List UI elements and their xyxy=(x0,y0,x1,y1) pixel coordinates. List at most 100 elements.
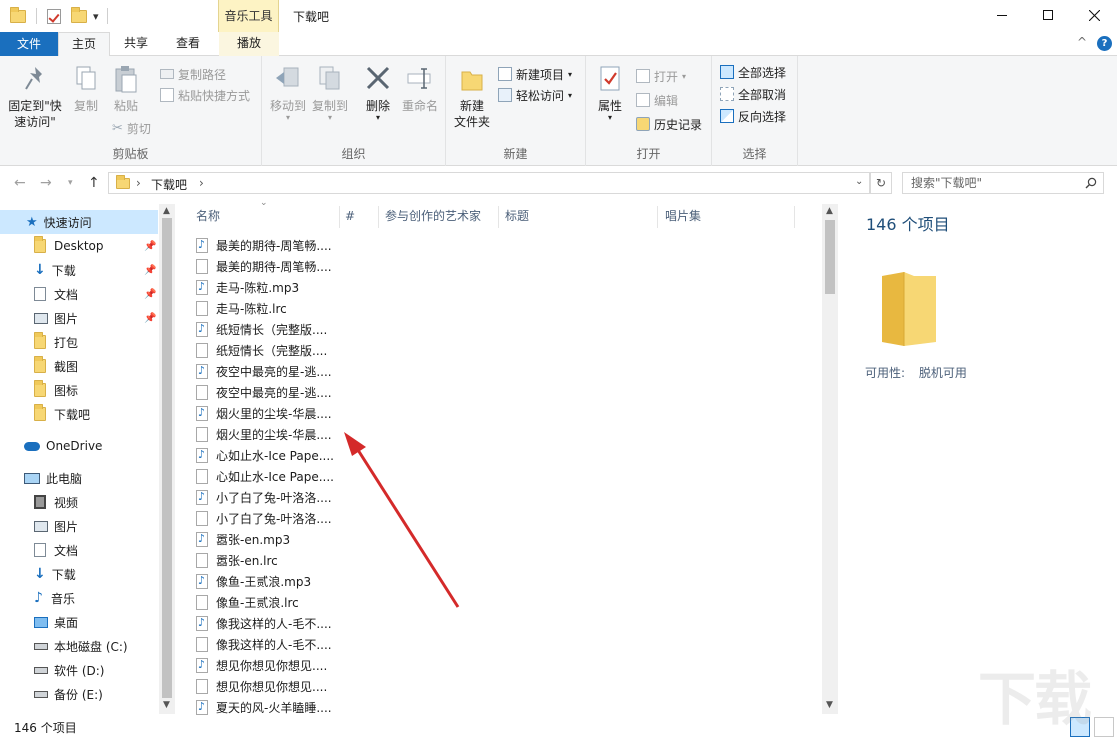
tab-share[interactable]: 共享 xyxy=(112,32,160,56)
file-row[interactable]: 最美的期待-周笔畅.... xyxy=(196,235,336,256)
cut-button[interactable]: ✂ 剪切 xyxy=(112,118,151,138)
help-icon[interactable]: ? xyxy=(1097,36,1112,51)
tab-play[interactable]: 播放 xyxy=(219,32,279,56)
sidebar-item-dabao[interactable]: 打包 xyxy=(0,330,158,354)
properties-button[interactable]: 属性 ▾ xyxy=(592,64,628,122)
tab-home[interactable]: 主页 xyxy=(58,32,110,57)
sidebar-item-drive-d[interactable]: 软件 (D:) xyxy=(0,658,158,682)
history-button[interactable]: 历史记录 xyxy=(636,114,702,134)
sidebar-item-music[interactable]: ♪ 音乐 xyxy=(0,586,158,610)
delete-button[interactable]: 删除 ▾ xyxy=(360,64,396,122)
column-header-album[interactable]: 唱片集 xyxy=(665,204,701,230)
sidebar-item-xiazaiba[interactable]: 下载吧 xyxy=(0,402,158,426)
column-header-number[interactable]: # xyxy=(345,204,355,230)
minimize-button[interactable] xyxy=(979,0,1025,30)
file-row[interactable]: 走马-陈粒.lrc xyxy=(196,298,336,319)
sidebar-item-documents[interactable]: 文档 📌 xyxy=(0,282,158,306)
column-divider[interactable] xyxy=(657,206,658,228)
sidebar-item-desktop[interactable]: Desktop 📌 xyxy=(0,234,158,258)
scroll-down-icon[interactable]: ▼ xyxy=(826,700,833,710)
open-button[interactable]: 打开 ▾ xyxy=(636,66,686,86)
address-bar[interactable]: › 下载吧 › ⌄ xyxy=(108,172,870,194)
file-row[interactable]: 想见你想见你想见.... xyxy=(196,655,336,676)
file-list-scroll-thumb[interactable] xyxy=(825,220,835,294)
edit-button[interactable]: 编辑 xyxy=(636,90,678,110)
large-icons-view-icon[interactable] xyxy=(1094,717,1114,737)
file-row[interactable]: 像鱼-王贰浪.mp3 xyxy=(196,571,336,592)
sidebar-scroll-thumb[interactable] xyxy=(162,218,172,698)
file-row[interactable]: 夜空中最亮的星-逃.... xyxy=(196,361,336,382)
column-divider[interactable] xyxy=(498,206,499,228)
file-row[interactable]: 纸短情长（完整版.... xyxy=(196,340,336,361)
file-row[interactable]: 嚣张-en.mp3 xyxy=(196,529,336,550)
sidebar-item-pc-downloads[interactable]: ↓ 下载 xyxy=(0,562,158,586)
file-row[interactable]: 想见你想见你想见.... xyxy=(196,676,336,697)
copy-path-button[interactable]: 复制路径 xyxy=(160,64,226,84)
file-row[interactable]: 纸短情长（完整版.... xyxy=(196,319,336,340)
sidebar-item-pc-pictures[interactable]: 图片 xyxy=(0,514,158,538)
new-folder-button[interactable]: 新建 文件夹 xyxy=(452,64,492,130)
file-row[interactable]: 嚣张-en.lrc xyxy=(196,550,336,571)
sidebar-item-onedrive[interactable]: OneDrive xyxy=(0,434,158,458)
sidebar-item-desktop-pc[interactable]: 桌面 xyxy=(0,610,158,634)
column-header-title[interactable]: 标题 xyxy=(505,204,529,230)
file-row[interactable]: 烟火里的尘埃-华晨.... xyxy=(196,424,336,445)
sidebar-item-quick-access[interactable]: ★ 快速访问 xyxy=(0,210,158,234)
sidebar-item-this-pc[interactable]: 此电脑 xyxy=(0,466,158,490)
file-row[interactable]: 心如止水-Ice Pape.... xyxy=(196,466,336,487)
scroll-up-icon[interactable]: ▲ xyxy=(163,206,170,216)
select-none-button[interactable]: 全部取消 xyxy=(720,84,786,104)
sidebar-item-icons[interactable]: 图标 xyxy=(0,378,158,402)
file-row[interactable]: 像我这样的人-毛不.... xyxy=(196,613,336,634)
file-row[interactable]: 像鱼-王贰浪.lrc xyxy=(196,592,336,613)
file-list-scrollbar[interactable]: ▲ ▼ xyxy=(822,204,838,714)
maximize-button[interactable] xyxy=(1025,0,1071,30)
column-divider[interactable] xyxy=(339,206,340,228)
move-to-button[interactable]: 移动到 ▾ xyxy=(266,64,310,122)
sidebar-item-pictures[interactable]: 图片 📌 xyxy=(0,306,158,330)
qa-dropdown-icon[interactable]: ▾ xyxy=(93,10,99,23)
file-row[interactable]: 小了白了兔-叶洛洛.... xyxy=(196,508,336,529)
file-row[interactable]: 夜空中最亮的星-逃.... xyxy=(196,382,336,403)
column-header-name[interactable]: 名称 xyxy=(196,204,220,230)
paste-button[interactable]: 粘贴 xyxy=(106,64,146,114)
sidebar-item-downloads[interactable]: ↓ 下载 📌 xyxy=(0,258,158,282)
sidebar-item-screenshots[interactable]: 截图 xyxy=(0,354,158,378)
copy-to-button[interactable]: 复制到 ▾ xyxy=(308,64,352,122)
easy-access-button[interactable]: 轻松访问 ▾ xyxy=(498,85,572,105)
address-dropdown-icon[interactable]: ⌄ xyxy=(855,176,863,187)
back-icon[interactable]: ← xyxy=(14,175,26,191)
sidebar-item-videos[interactable]: 视频 xyxy=(0,490,158,514)
file-row[interactable]: 最美的期待-周笔畅.... xyxy=(196,256,336,277)
new-item-button[interactable]: 新建项目 ▾ xyxy=(498,64,572,84)
refresh-button[interactable]: ↻ xyxy=(870,172,892,194)
properties-check-icon[interactable] xyxy=(47,9,61,24)
file-row[interactable]: 走马-陈粒.mp3 xyxy=(196,277,336,298)
invert-selection-button[interactable]: 反向选择 xyxy=(720,106,786,126)
collapse-ribbon-icon[interactable]: ^ xyxy=(1077,35,1087,49)
column-divider[interactable] xyxy=(378,206,379,228)
select-all-button[interactable]: 全部选择 xyxy=(720,62,786,82)
recent-locations-icon[interactable]: ▾ xyxy=(68,178,73,188)
new-folder-icon[interactable] xyxy=(71,10,87,23)
copy-button[interactable]: 复制 xyxy=(66,64,106,114)
search-input[interactable]: 搜索"下载吧" xyxy=(902,172,1104,194)
file-row[interactable]: 像我这样的人-毛不.... xyxy=(196,634,336,655)
file-row[interactable]: 小了白了兔-叶洛洛.... xyxy=(196,487,336,508)
breadcrumb-current[interactable]: 下载吧 xyxy=(151,176,187,193)
sidebar-item-drive-c[interactable]: 本地磁盘 (C:) xyxy=(0,634,158,658)
pin-quick-access-button[interactable]: 固定到"快 速访问" xyxy=(6,64,64,130)
file-row[interactable]: 心如止水-Ice Pape.... xyxy=(196,445,336,466)
forward-icon[interactable]: → xyxy=(40,175,52,191)
scroll-up-icon[interactable]: ▲ xyxy=(826,206,833,216)
scroll-down-icon[interactable]: ▼ xyxy=(163,700,170,710)
paste-shortcut-button[interactable]: 粘贴快捷方式 xyxy=(160,85,250,105)
tab-view[interactable]: 查看 xyxy=(164,32,212,56)
tab-file[interactable]: 文件 xyxy=(0,32,58,56)
file-row[interactable]: 烟火里的尘埃-华晨.... xyxy=(196,403,336,424)
up-icon[interactable]: ↑ xyxy=(88,175,100,191)
close-button[interactable] xyxy=(1071,0,1117,30)
column-header-artist[interactable]: 参与创作的艺术家 xyxy=(385,204,481,230)
sidebar-item-pc-documents[interactable]: 文档 xyxy=(0,538,158,562)
rename-button[interactable]: 重命名 xyxy=(398,64,442,114)
